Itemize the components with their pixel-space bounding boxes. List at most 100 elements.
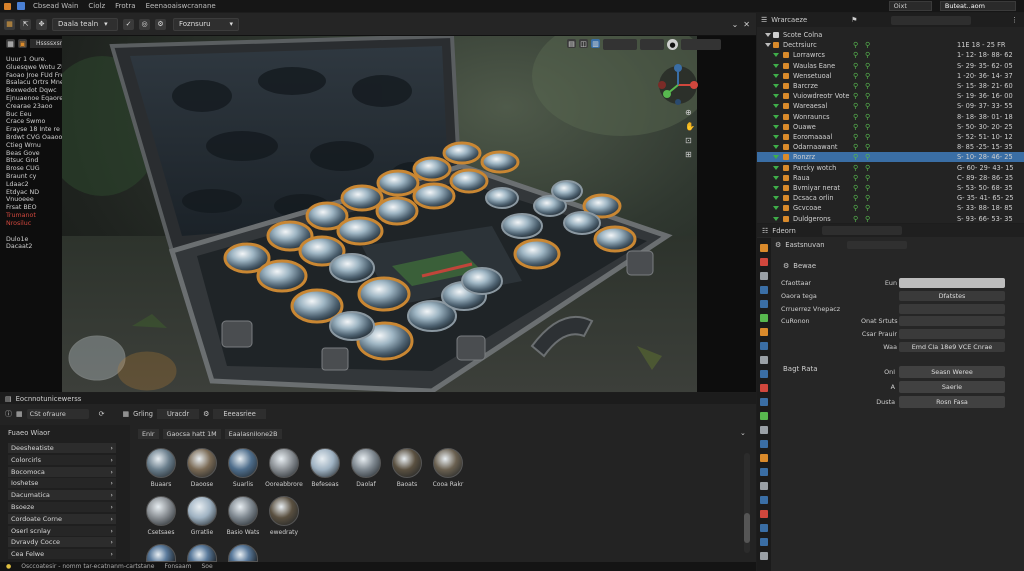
material-icon[interactable]: ⚲ (865, 123, 870, 131)
properties-tab-icon[interactable] (760, 356, 768, 364)
material-icon[interactable]: ⚲ (865, 41, 870, 49)
outliner-row[interactable]: Gcvcoae ⚲ ⚲ S- 33- 88- 18- 85 (757, 203, 1024, 213)
modifier-icon[interactable]: ⚲ (853, 51, 858, 59)
sidebar-item[interactable]: Bocomoca › (8, 466, 116, 477)
filter-chip[interactable]: Eaalasnilone2B (224, 429, 282, 439)
outliner-row[interactable]: Waulas Eane ⚲ ⚲ S- 29- 35- 62- 05 (757, 61, 1024, 71)
asset-thumbnail[interactable] (187, 448, 217, 478)
bake-section-title[interactable]: Bagt Rata (783, 365, 818, 373)
asset-thumbnail[interactable] (269, 448, 299, 478)
viewlayer-field[interactable]: Buteat..aom (939, 1, 1016, 11)
pan-icon[interactable]: ✋ (685, 122, 695, 131)
expand-icon[interactable] (773, 94, 779, 99)
settings-icon[interactable]: ⚙ (203, 410, 209, 418)
overlays-button[interactable] (603, 39, 637, 50)
outliner-row[interactable]: Ronzrz ⚲ ⚲ S- 10- 28- 46- 25 (757, 152, 1024, 163)
menu-item[interactable]: Frotra (110, 2, 140, 10)
material-icon[interactable]: ⚲ (865, 153, 870, 161)
asset-thumbnail[interactable] (187, 496, 217, 526)
modifier-icon[interactable]: ⚲ (853, 72, 858, 80)
sidebar-item[interactable]: Cordoate Corne › (8, 513, 116, 524)
refresh-icon[interactable]: ⟳ (99, 410, 105, 418)
outliner-row[interactable]: Ouawe ⚲ ⚲ S- 50- 30- 20- 25 (757, 122, 1024, 132)
navigation-gizmo[interactable] (657, 64, 699, 106)
expand-icon[interactable] (773, 206, 779, 211)
library-icon[interactable]: ▦ (16, 410, 23, 418)
outliner-row[interactable]: Raua ⚲ ⚲ C- 89- 28- 86- 35 (757, 173, 1024, 183)
chevron-down-icon[interactable]: ⌄ (732, 20, 739, 29)
expand-icon[interactable] (773, 53, 779, 58)
outliner-search-input[interactable] (891, 15, 972, 25)
close-icon[interactable]: ✕ (743, 20, 750, 29)
sidebar-item[interactable]: Oserl scnlay › (8, 525, 116, 536)
properties-search-input[interactable] (821, 226, 902, 235)
view-toggle-icon[interactable]: ▤ (567, 39, 576, 48)
expand-icon[interactable] (773, 216, 779, 221)
shading-dropdown[interactable]: Foznsuru ▾ (173, 17, 239, 31)
material-icon[interactable]: ⚲ (865, 72, 870, 80)
modifier-icon[interactable]: ⚲ (853, 113, 858, 121)
bake-field[interactable]: Saerie (899, 381, 1005, 393)
material-icon[interactable]: ⚲ (865, 113, 870, 121)
properties-tab-icon[interactable] (760, 538, 768, 546)
toolbar-item[interactable]: Grling (133, 410, 153, 418)
properties-tab-icon[interactable] (760, 552, 768, 560)
expand-icon[interactable] (773, 175, 779, 180)
expand-icon[interactable] (773, 104, 779, 109)
sidebar-item[interactable]: Dvravdy Cocce › (8, 537, 116, 548)
properties-tab-icon[interactable] (760, 258, 768, 266)
property-field[interactable]: Emd Cla 18e9 VCE Cnrae (899, 342, 1005, 352)
object-icon[interactable]: ▣ (18, 39, 27, 48)
modifier-icon[interactable]: ⚲ (853, 82, 858, 90)
properties-tab-icon[interactable] (760, 496, 768, 504)
expand-icon[interactable] (765, 33, 771, 37)
asset-thumbnail[interactable] (269, 496, 299, 526)
properties-tab-icon[interactable] (760, 328, 768, 336)
properties-tab-icon[interactable] (760, 300, 768, 308)
asset-search-input[interactable]: CSt ofraure (26, 409, 89, 419)
properties-tab-icon[interactable] (760, 384, 768, 392)
outliner-row[interactable]: Dcsaca orlin ⚲ ⚲ G- 35- 41- 65- 25 (757, 193, 1024, 203)
properties-tab-icon[interactable] (760, 398, 768, 406)
expand-icon[interactable] (765, 43, 771, 48)
modifier-icon[interactable]: ⚲ (853, 92, 858, 100)
check-icon[interactable]: ✓ (123, 18, 134, 30)
cube-icon[interactable] (17, 2, 25, 10)
modifier-icon[interactable]: ⚲ (853, 62, 858, 70)
outliner-row[interactable]: Eoromaaaal ⚲ ⚲ S- 52- 51- 10- 12 (757, 132, 1024, 142)
menu-item[interactable]: Ciolz (83, 2, 110, 10)
grid-toggle-icon[interactable]: ⊞ (685, 150, 695, 159)
modifier-icon[interactable]: ⚲ (853, 41, 858, 49)
expand-icon[interactable] (773, 84, 779, 88)
pivot-icon[interactable]: ◎ (139, 18, 150, 30)
3d-viewport[interactable]: ▦ ▣ Hssssxsnneraan ◐ Uuur 1 Oure. Gluesq… (0, 36, 756, 392)
render-icon[interactable]: ⚙ (775, 241, 781, 249)
sidebar-item[interactable]: Bsoeze › (8, 502, 116, 512)
asset-thumbnail[interactable] (187, 544, 217, 562)
expand-icon[interactable] (773, 63, 779, 68)
outliner-icon[interactable]: ☰ (761, 16, 767, 24)
asset-browser-icon[interactable]: ▤ (5, 395, 12, 403)
sidebar-item[interactable]: Deesheatiste › (8, 443, 116, 453)
expand-icon[interactable] (773, 124, 779, 129)
property-field[interactable]: Dfatstes (899, 290, 1005, 301)
outliner-row[interactable]: Parcky wotch ⚲ ⚲ G- 60- 29- 43- 15 (757, 163, 1024, 173)
asset-thumbnail[interactable] (310, 448, 340, 478)
camera-view-icon[interactable]: ◫ (579, 39, 588, 48)
outliner-row[interactable]: Barcrze ⚲ ⚲ S- 15- 38- 21- 60 (757, 81, 1024, 91)
modifier-icon[interactable]: ⚲ (853, 174, 858, 182)
settings-icon[interactable]: ⚙ (155, 18, 166, 30)
material-icon[interactable]: ⚲ (865, 194, 870, 202)
bake-field[interactable]: Seasn Weree (899, 366, 1005, 378)
material-icon[interactable]: ⚲ (865, 204, 870, 212)
properties-tab-icon[interactable] (760, 272, 768, 280)
modifier-icon[interactable]: ⚲ (853, 123, 858, 131)
properties-tab-icon[interactable] (760, 342, 768, 350)
shading-options-button[interactable] (681, 39, 721, 50)
properties-tab-icon[interactable] (760, 314, 768, 322)
material-icon[interactable]: ⚲ (865, 215, 870, 223)
camera-icon[interactable]: ⊡ (685, 136, 695, 145)
outliner-row[interactable]: Wonrauncs ⚲ ⚲ 8- 18- 38- 01- 18 (757, 112, 1024, 122)
modifier-icon[interactable]: ⚲ (853, 184, 858, 192)
expand-icon[interactable] (773, 145, 779, 150)
